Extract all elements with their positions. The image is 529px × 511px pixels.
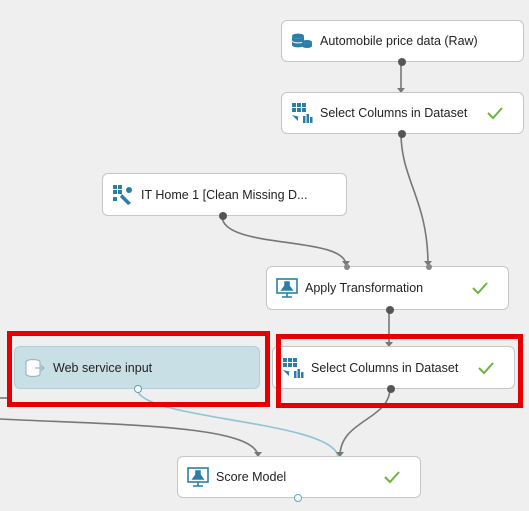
output-port[interactable] — [294, 494, 302, 502]
module-it-home-clean-missing[interactable]: IT Home 1 [Clean Missing D... — [102, 173, 347, 220]
connector-select-to-score — [339, 387, 391, 457]
check-icon — [384, 471, 400, 484]
module-automobile-price-data[interactable]: Automobile price data (Raw) — [281, 20, 524, 66]
module-label: Select Columns in Dataset — [320, 106, 468, 120]
connector-ithome-to-apply — [221, 215, 347, 266]
web-service-input-icon — [25, 358, 45, 377]
output-port[interactable] — [387, 385, 395, 393]
module-select-columns-top[interactable]: Select Columns in Dataset — [281, 92, 524, 138]
check-icon — [487, 107, 503, 120]
connector-webinput-to-score — [136, 388, 339, 457]
check-icon — [472, 282, 488, 295]
input-port[interactable] — [426, 264, 432, 270]
module-score-model[interactable]: Score Model — [177, 456, 421, 502]
database-icon — [292, 33, 312, 48]
output-port[interactable] — [386, 306, 394, 314]
apply-transform-icon — [276, 278, 298, 298]
select-columns-icon — [283, 357, 304, 378]
transform-icon — [113, 184, 132, 205]
output-port[interactable] — [398, 58, 406, 66]
output-port[interactable] — [398, 130, 406, 138]
connections-layer — [0, 61, 432, 457]
module-label: Select Columns in Dataset — [311, 360, 459, 375]
module-label: IT Home 1 [Clean Missing D... — [141, 187, 308, 202]
connector-left-to-score — [0, 418, 259, 457]
score-model-icon — [187, 467, 209, 487]
input-port[interactable] — [344, 264, 350, 270]
module-web-service-input[interactable]: Web service input — [14, 346, 260, 393]
module-label: Apply Transformation — [305, 281, 424, 295]
check-icon — [478, 361, 494, 374]
module-label: Score Model — [216, 470, 287, 484]
module-label: Web service input — [53, 360, 153, 375]
module-label: Automobile price data (Raw) — [320, 34, 478, 48]
select-columns-icon — [292, 103, 313, 123]
connector-select-to-apply — [400, 132, 429, 266]
module-apply-transformation[interactable]: Apply Transformation — [266, 264, 509, 314]
output-port[interactable] — [134, 385, 142, 393]
output-port[interactable] — [219, 212, 227, 220]
module-select-columns-bottom[interactable]: Select Columns in Dataset — [272, 346, 515, 393]
